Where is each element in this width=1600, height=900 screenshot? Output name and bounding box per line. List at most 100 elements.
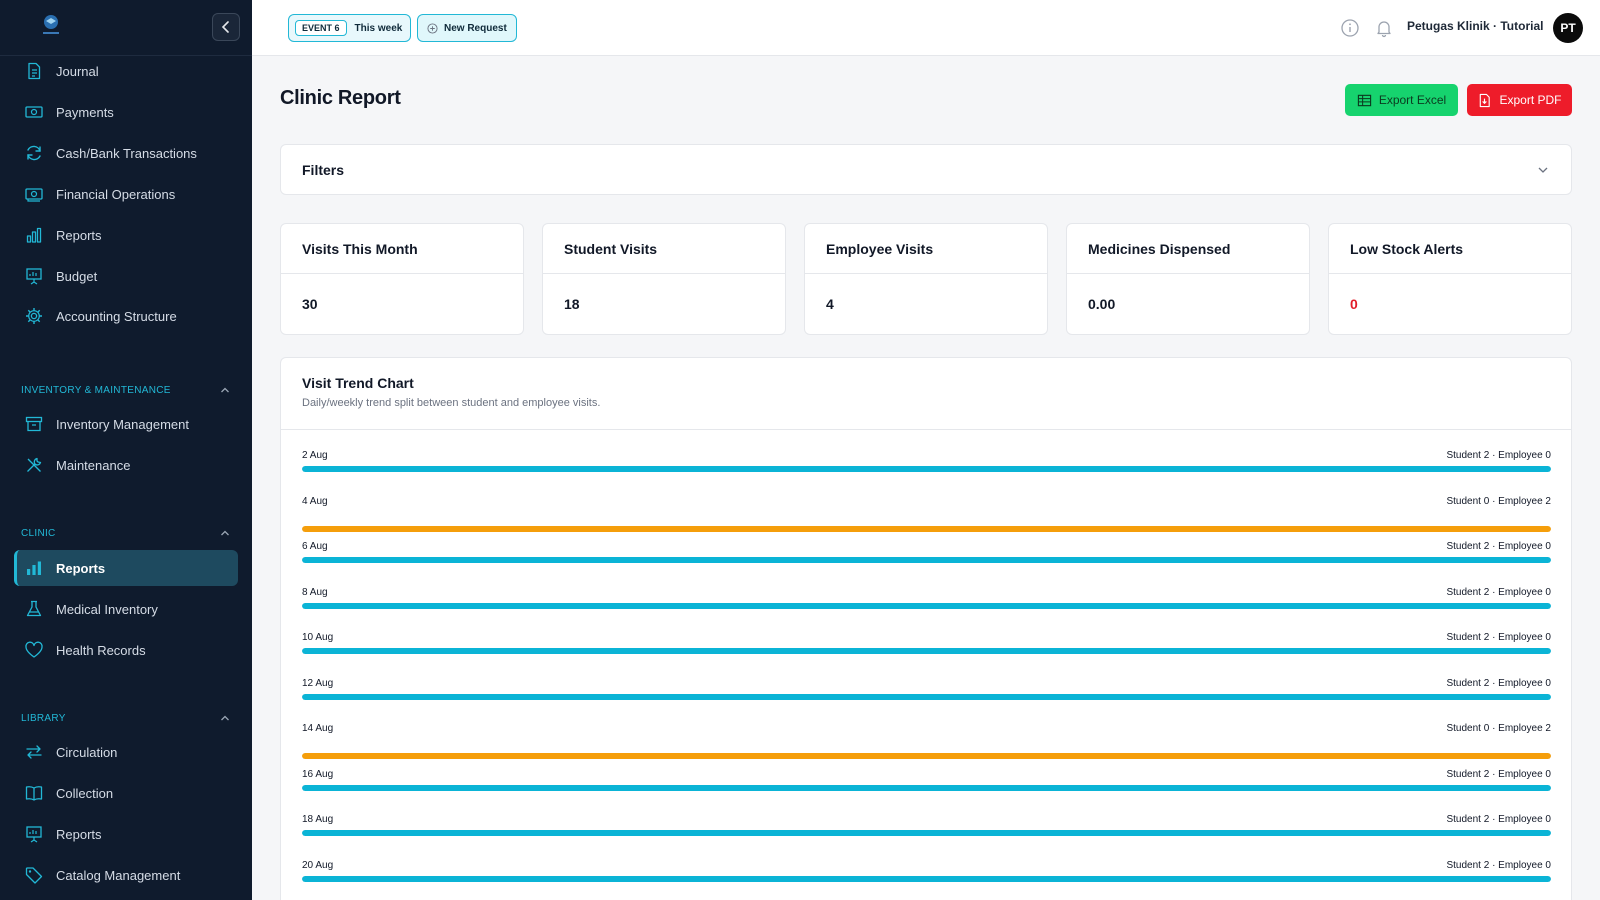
sidebar-item-label: Maintenance <box>56 457 131 473</box>
chart-row-track <box>302 830 1551 836</box>
student-bar <box>302 557 1551 563</box>
sidebar-item-accounting-structure[interactable]: Accounting Structure <box>14 298 238 334</box>
sidebar-header <box>0 0 252 56</box>
info-icon[interactable] <box>1340 18 1360 38</box>
sidebar-item-label: Catalog Management <box>56 867 181 883</box>
sidebar-section-library[interactable]: LIBRARY <box>21 712 231 724</box>
chart-row-split: Student 2 · Employee 0 <box>1446 859 1551 871</box>
stat-value: 18 <box>564 296 580 312</box>
export-excel-button[interactable]: Export Excel <box>1345 84 1458 116</box>
chart-row-track <box>302 525 1551 532</box>
export-pdf-button[interactable]: Export PDF <box>1467 84 1572 116</box>
student-bar <box>302 784 1551 791</box>
sidebar-item-label: Payments <box>56 104 114 120</box>
sidebar-section-title: INVENTORY & MAINTENANCE <box>21 384 171 396</box>
chart-row-date: 8 Aug <box>302 586 328 598</box>
chart-row-date: 4 Aug <box>302 495 328 507</box>
plus-circle-icon <box>427 22 438 34</box>
chart-row-date: 20 Aug <box>302 859 334 871</box>
chart-row-date: 10 Aug <box>302 632 334 643</box>
student-bar <box>302 466 1551 472</box>
sidebar-item-journal[interactable]: Journal <box>14 53 238 89</box>
archive-box-icon <box>25 416 43 432</box>
sidebar-item-clinic-medical-inventory[interactable]: Medical Inventory <box>14 591 238 627</box>
sidebar-item-reports[interactable]: Reports <box>14 217 238 253</box>
event-filter-chip[interactable]: EVENT 6 This week <box>288 14 412 42</box>
chart-row-track <box>302 875 1551 882</box>
chart-header: Visit Trend Chart Daily/weekly trend spl… <box>281 358 1571 430</box>
chart-row-split: Student 2 · Employee 0 <box>1446 768 1551 780</box>
chart-row-split: Student 2 · Employee 0 <box>1446 450 1551 461</box>
visit-trend-chart: Visit Trend Chart Daily/weekly trend spl… <box>280 357 1572 900</box>
sidebar-item-financial-operations[interactable]: Financial Operations <box>14 176 238 212</box>
sidebar-item-clinic-health-records[interactable]: Health Records <box>14 632 238 668</box>
sidebar-item-cash-bank-transactions[interactable]: Cash/Bank Transactions <box>14 135 238 171</box>
journal-icon <box>28 62 41 80</box>
collapse-sidebar-button[interactable] <box>212 13 240 41</box>
stat-value: 0 <box>1350 296 1358 312</box>
sidebar-item-library-circulation[interactable]: Circulation <box>14 734 238 770</box>
tag-icon <box>25 867 43 884</box>
sidebar-item-label: Budget <box>56 268 98 284</box>
chevron-up-icon <box>221 387 229 393</box>
stat-value: 4 <box>826 296 834 312</box>
arrows-swap-icon <box>26 745 42 759</box>
sidebar-item-clinic-reports[interactable]: Reports <box>14 550 238 586</box>
stat-value: 30 <box>302 296 318 312</box>
student-bar <box>302 602 1551 609</box>
chart-row-track <box>302 784 1551 791</box>
student-bar <box>302 830 1551 836</box>
bar-chart-icon <box>26 227 42 243</box>
user-name[interactable]: Petugas Klinik · Tutorial <box>1407 19 1543 33</box>
filters-accordion[interactable]: Filters <box>280 144 1572 195</box>
event-tag: EVENT 6 <box>295 20 347 36</box>
sidebar-section-inventory-maintenance[interactable]: INVENTORY & MAINTENANCE <box>21 384 231 396</box>
sidebar-item-label: Circulation <box>56 744 118 760</box>
sidebar-item-library-collection[interactable]: Collection <box>14 775 238 811</box>
chart-row-split: Student 2 · Employee 0 <box>1446 632 1551 643</box>
sidebar-item-label: Medical Inventory <box>56 601 158 617</box>
sidebar-item-inventory-maintenance-maintenance[interactable]: Maintenance <box>14 447 238 483</box>
sidebar-item-inventory-maintenance-inventory-management[interactable]: Inventory Management <box>14 406 238 442</box>
stat-title: Visits This Month <box>281 224 523 274</box>
sidebar-item-label: Reports <box>56 227 102 243</box>
chevron-left-icon <box>221 21 229 33</box>
student-bar <box>302 693 1551 700</box>
sidebar-section-clinic[interactable]: CLINIC <box>21 527 231 539</box>
sidebar-item-label: Cash/Bank Transactions <box>56 145 197 161</box>
avatar[interactable]: PT <box>1553 13 1583 43</box>
school-logo-icon[interactable] <box>34 12 68 40</box>
chart-row-split: Student 2 · Employee 0 <box>1446 541 1551 552</box>
wrench-screwdriver-icon <box>27 457 42 472</box>
chevron-up-icon <box>221 715 229 721</box>
new-request-button[interactable]: New Request <box>417 14 517 42</box>
sidebar-item-label: Accounting Structure <box>56 308 177 324</box>
chart-row-track <box>302 753 1551 759</box>
sidebar-item-label: Collection <box>56 785 114 801</box>
chart-row-split: Student 0 · Employee 2 <box>1446 495 1551 507</box>
file-download-icon <box>1480 93 1491 107</box>
export-excel-label: Export Excel <box>1378 93 1447 107</box>
chart-row-split: Student 2 · Employee 0 <box>1446 677 1551 689</box>
sidebar-item-label: Inventory Management <box>56 416 189 432</box>
cash-icon <box>25 188 43 202</box>
sidebar-item-payments[interactable]: Payments <box>14 94 238 130</box>
sidebar-item-budget[interactable]: Budget <box>14 258 238 294</box>
stat-card-low-stock-alerts: Low Stock Alerts 0 <box>1328 223 1572 335</box>
sidebar-item-library-reports[interactable]: Reports <box>14 816 238 852</box>
sidebar: Journal Payments Cash/Bank Transactions Fin… <box>0 0 252 900</box>
chevron-down-icon <box>1538 167 1548 173</box>
sidebar-item-library-catalog-management[interactable]: Catalog Management <box>14 857 238 893</box>
student-bar <box>302 648 1551 654</box>
heart-icon <box>25 641 43 658</box>
bar-chart-icon <box>27 561 41 575</box>
filters-label: Filters <box>302 161 345 178</box>
stat-title: Student Visits <box>543 224 785 274</box>
spreadsheet-icon <box>1357 94 1371 106</box>
chart-row-date: 6 Aug <box>302 541 328 552</box>
chart-row-split: Student 2 · Employee 0 <box>1446 814 1551 825</box>
bell-icon[interactable] <box>1374 18 1394 38</box>
employee-bar <box>302 525 1551 532</box>
page-title: Clinic Report <box>280 87 401 109</box>
chart-row-date: 12 Aug <box>302 677 334 689</box>
